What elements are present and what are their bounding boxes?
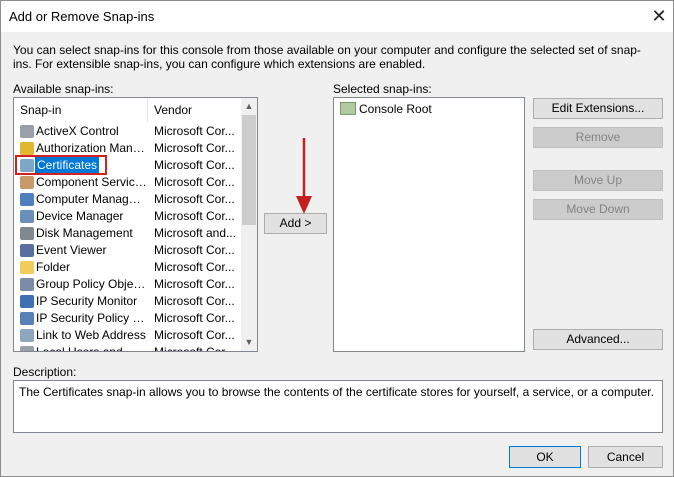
snapin-vendor: Microsoft Cor... — [154, 209, 235, 223]
snapin-name: Local Users and Gro... — [36, 345, 147, 352]
key-icon — [20, 142, 34, 155]
snapin-name: IP Security Monitor — [36, 294, 138, 308]
snapin-name: ActiveX Control — [36, 124, 119, 138]
window-title: Add or Remove Snap-ins — [9, 9, 155, 24]
ok-button[interactable]: OK — [509, 446, 581, 468]
available-snapins-list[interactable]: Snap-in Vendor ActiveX Control Microsoft … — [13, 97, 258, 352]
snapin-vendor: Microsoft Cor... — [154, 260, 235, 274]
snapin-vendor: Microsoft Cor... — [154, 243, 235, 257]
list-item[interactable]: ActiveX Control Microsoft Cor... — [14, 123, 241, 140]
scroll-thumb[interactable] — [242, 115, 256, 225]
close-icon[interactable]: ✕ — [647, 5, 671, 27]
snapin-name: Disk Management — [36, 226, 133, 240]
column-header-vendor[interactable]: Vendor — [149, 98, 239, 122]
security-policy-icon — [20, 312, 34, 325]
snapin-name: Folder — [36, 260, 71, 274]
list-item[interactable]: Computer Managem... Microsoft Cor... — [14, 191, 241, 208]
snapin-vendor: Microsoft Cor... — [154, 158, 235, 172]
snapin-vendor: Microsoft Cor... — [154, 192, 235, 206]
title-bar: Add or Remove Snap-ins ✕ — [1, 1, 673, 32]
available-label: Available snap-ins: — [13, 82, 114, 96]
snapin-name: Link to Web Address — [36, 328, 146, 342]
activex-icon — [20, 125, 34, 138]
scrollbar[interactable]: ▲ ▼ — [241, 98, 257, 351]
folder-icon — [340, 102, 356, 115]
snapin-vendor: Microsoft and... — [154, 226, 237, 240]
list-item[interactable]: Local Users and Gro... Microsoft Cor... — [14, 344, 241, 352]
list-item[interactable]: Link to Web Address Microsoft Cor... — [14, 327, 241, 344]
folder-icon — [20, 261, 34, 274]
list-item[interactable]: Folder Microsoft Cor... — [14, 259, 241, 276]
link-icon — [20, 329, 34, 342]
advanced-button[interactable]: Advanced... — [533, 329, 663, 350]
list-item[interactable]: Device Manager Microsoft Cor... — [14, 208, 241, 225]
device-icon — [20, 210, 34, 223]
intro-text: You can select snap-ins for this console… — [13, 43, 641, 71]
description-text: The Certificates snap-in allows you to b… — [19, 385, 654, 399]
scroll-up-icon[interactable]: ▲ — [241, 98, 257, 115]
snapin-name: Computer Managem... — [36, 192, 147, 206]
policy-icon — [20, 278, 34, 291]
snapin-vendor: Microsoft Cor... — [154, 294, 235, 308]
snapin-dialog: Add or Remove Snap-ins ✕ You can select … — [0, 0, 674, 477]
list-item[interactable]: Disk Management Microsoft and... — [14, 225, 241, 242]
computer-icon — [20, 193, 34, 206]
console-root-item[interactable]: Console Root — [340, 101, 432, 118]
snapin-vendor: Microsoft Cor... — [154, 328, 235, 342]
component-icon — [20, 176, 34, 189]
snapin-name: Device Manager — [36, 209, 124, 223]
users-icon — [20, 346, 34, 351]
description-label: Description: — [13, 365, 77, 379]
snapin-vendor: Microsoft Cor... — [154, 311, 235, 325]
selected-label: Selected snap-ins: — [333, 82, 432, 96]
move-up-button[interactable]: Move Up — [533, 170, 663, 191]
edit-extensions-button[interactable]: Edit Extensions... — [533, 98, 663, 119]
list-item[interactable]: Event Viewer Microsoft Cor... — [14, 242, 241, 259]
remove-button[interactable]: Remove — [533, 127, 663, 148]
snapin-name: Group Policy Object ... — [36, 277, 147, 291]
snapin-name: Event Viewer — [36, 243, 107, 257]
snapin-vendor: Microsoft Cor... — [154, 345, 235, 352]
snapin-vendor: Microsoft Cor... — [154, 175, 235, 189]
list-item[interactable]: IP Security Monitor Microsoft Cor... — [14, 293, 241, 310]
cancel-button[interactable]: Cancel — [588, 446, 663, 468]
console-root-label: Console Root — [359, 102, 432, 116]
monitor-icon — [20, 295, 34, 308]
list-item[interactable]: Group Policy Object ... Microsoft Cor... — [14, 276, 241, 293]
red-arrow-icon — [296, 138, 312, 214]
selected-snapins-list[interactable]: Console Root — [333, 97, 525, 352]
snapin-name: IP Security Policy M... — [36, 311, 147, 325]
list-item[interactable]: Component Services Microsoft Cor... — [14, 174, 241, 191]
scroll-down-icon[interactable]: ▼ — [241, 334, 257, 351]
disk-icon — [20, 227, 34, 240]
list-item[interactable]: IP Security Policy M... Microsoft Cor... — [14, 310, 241, 327]
add-button[interactable]: Add > — [264, 213, 327, 234]
snapin-vendor: Microsoft Cor... — [154, 124, 235, 138]
snapin-name: Component Services — [36, 175, 147, 189]
highlight-box — [15, 155, 107, 175]
description-box: The Certificates snap-in allows you to b… — [13, 380, 663, 433]
move-down-button[interactable]: Move Down — [533, 199, 663, 220]
snapin-vendor: Microsoft Cor... — [154, 141, 235, 155]
column-header-snapin[interactable]: Snap-in — [14, 98, 148, 122]
event-icon — [20, 244, 34, 257]
snapin-vendor: Microsoft Cor... — [154, 277, 235, 291]
